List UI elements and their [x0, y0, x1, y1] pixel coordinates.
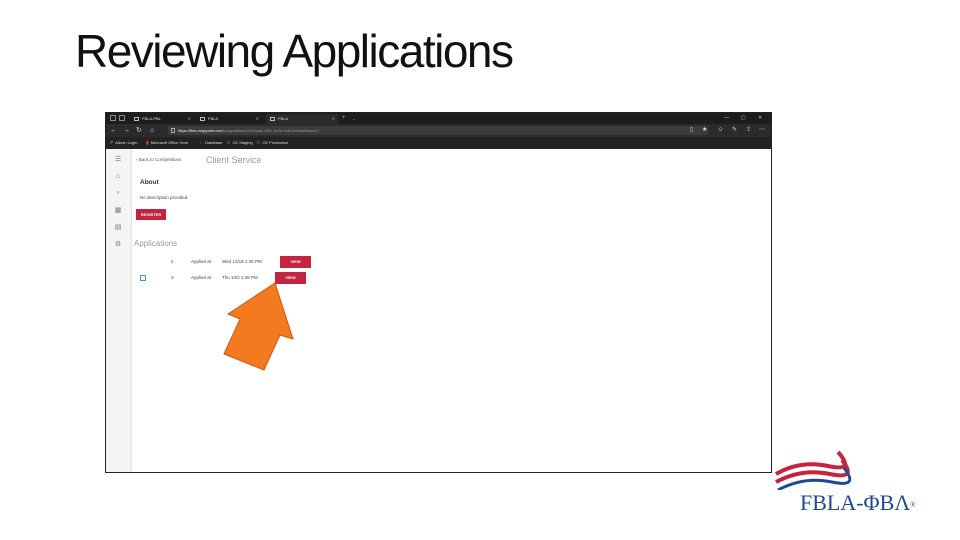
tab-close-icon[interactable]: ✕	[188, 114, 191, 124]
tab-actions-icon[interactable]	[110, 115, 116, 121]
favorite-label: Microsoft Office Hom	[150, 140, 189, 145]
new-tab-icon[interactable]: +	[342, 113, 346, 124]
lock-icon	[171, 128, 175, 133]
favorite-label: CE Staging	[232, 140, 253, 145]
applied-label: Applied at	[191, 275, 212, 280]
browser-tab-1[interactable]: FBLA-PBL ✕	[130, 114, 194, 124]
settings-icon[interactable]: ⚙	[113, 240, 123, 250]
more-icon[interactable]: ⋯	[759, 125, 765, 136]
applied-date: Wed 12/18 1:36 PM	[222, 259, 262, 264]
menu-icon[interactable]: ☰	[113, 155, 123, 165]
application-row: 2 Applied at Wed 12/18 1:36 PM VIEW	[132, 256, 382, 268]
register-button[interactable]: REGISTER	[136, 209, 166, 220]
app-sidebar: ☰ ⌂ ♆ ▦ ▤ ⚙	[106, 149, 132, 472]
tab-label: FBLA	[208, 116, 219, 121]
flag-stripes-icon	[774, 450, 852, 490]
pen-icon[interactable]: ✎	[732, 125, 737, 136]
about-description: No description provided.	[140, 195, 189, 200]
favorites-bar: ↗ Admin Login ▮ Microsoft Office Hom ✓ Data…	[106, 137, 771, 149]
favorite-database[interactable]: ✓ Database	[199, 137, 222, 149]
slide-title: Reviewing Applications	[75, 25, 514, 77]
applied-date: Thu 1/02 1:36 PM	[222, 275, 258, 280]
application-number: 2	[171, 259, 174, 264]
favorite-ce-staging[interactable]: ☆ CE Staging	[226, 137, 253, 149]
tab-favicon-icon	[270, 116, 275, 121]
url-input[interactable]: https://fbla.mojopark.com/competitions/2…	[168, 126, 708, 135]
tab-favicon-icon	[200, 116, 205, 121]
tab-label: FBLA	[278, 116, 289, 121]
home-nav-icon[interactable]: ⌂	[150, 125, 154, 136]
tab-close-icon[interactable]: ✕	[256, 114, 259, 124]
share-icon[interactable]: ⇪	[746, 125, 751, 136]
page-title: Client Service	[206, 155, 262, 165]
star-icon: ☆	[226, 140, 231, 146]
select-checkbox[interactable]	[140, 275, 146, 281]
trophy-icon[interactable]: ♆	[113, 189, 123, 199]
tab-label: FBLA-PBL	[142, 116, 161, 121]
star-icon: ☆	[256, 140, 261, 146]
database-icon: ✓	[199, 140, 204, 146]
minimize-icon[interactable]: —	[724, 113, 729, 124]
fbla-logo: FBLA-ΦΒΛ®	[770, 448, 930, 518]
favorite-admin-login[interactable]: ↗ Admin Login	[109, 137, 137, 149]
tab-close-icon[interactable]: ✕	[332, 114, 335, 124]
applications-heading: Applications	[134, 239, 178, 248]
competition-page: ‹ Back to Competitions Client Service Ab…	[132, 149, 771, 472]
arrow-icon: ↗	[109, 140, 114, 146]
favorite-label: Database	[205, 140, 223, 145]
application-row: 3 Applied at Thu 1/02 1:36 PM VIEW	[132, 272, 382, 284]
applied-label: Applied at	[191, 259, 212, 264]
office-icon: ▮	[146, 140, 149, 146]
refresh-icon[interactable]: ↻	[136, 125, 142, 136]
logo-text: FBLA-ΦΒΛ®	[800, 490, 916, 515]
reading-view-icon[interactable]: ▯	[690, 125, 693, 136]
address-bar-row: ← → ↻ ⌂ https://fbla.mojopark.com/compet…	[106, 124, 771, 137]
window-close-icon[interactable]: ✕	[758, 113, 762, 124]
tab-preview-icon[interactable]	[119, 115, 125, 121]
browser-tab-3[interactable]: FBLA ✕	[266, 114, 338, 124]
home-icon[interactable]: ⌂	[113, 172, 123, 182]
browser-screenshot: FBLA-PBL ✕ FBLA ✕ FBLA ✕ + ⌄ — ▢ ✕ ← → ↻…	[105, 112, 772, 473]
favorite-office[interactable]: ▮ Microsoft Office Hom	[146, 137, 188, 149]
url-path: /competitions/2b81aa1-d8f1-4c0e-bc6c-b94…	[222, 128, 319, 133]
view-application-button[interactable]: VIEW	[275, 272, 306, 284]
favorites-hub-icon[interactable]: ✩	[718, 125, 723, 136]
application-number: 3	[171, 275, 174, 280]
url-host: https://fbla.mojopark.com	[178, 128, 223, 133]
calendar-icon[interactable]: ▦	[113, 206, 123, 216]
forward-arrow-icon[interactable]: →	[123, 125, 130, 136]
ticket-icon[interactable]: ▤	[113, 223, 123, 233]
favorite-label: CE Production	[262, 140, 289, 145]
tab-bar: FBLA-PBL ✕ FBLA ✕ FBLA ✕ + ⌄ — ▢ ✕	[106, 113, 771, 124]
favorite-label: Admin Login	[115, 140, 138, 145]
favorite-ce-production[interactable]: ☆ CE Production	[256, 137, 288, 149]
back-to-competitions-link[interactable]: ‹ Back to Competitions	[136, 157, 181, 162]
about-heading: About	[140, 179, 159, 186]
tab-list-icon[interactable]: ⌄	[352, 113, 355, 124]
view-application-button[interactable]: VIEW	[280, 256, 311, 268]
back-label: Back to Competitions	[138, 157, 182, 162]
tab-favicon-icon	[134, 116, 139, 121]
browser-tab-2[interactable]: FBLA ✕	[196, 114, 262, 124]
maximize-icon[interactable]: ▢	[741, 113, 746, 124]
back-arrow-icon[interactable]: ←	[110, 125, 117, 136]
favorite-star-icon[interactable]: ★	[702, 125, 707, 136]
